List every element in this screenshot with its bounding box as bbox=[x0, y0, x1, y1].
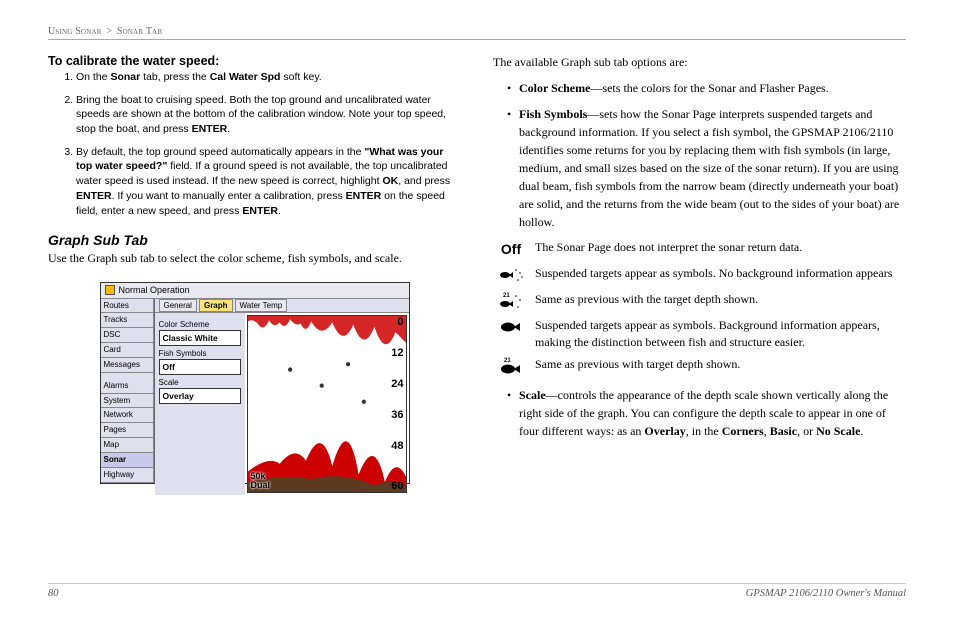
bullet-title-fish: Fish Symbols bbox=[519, 107, 587, 121]
ss-sidebar-item[interactable]: System bbox=[101, 394, 154, 409]
ss-sidebar-item[interactable]: Tracks bbox=[101, 313, 154, 328]
bold-enter-4: ENTER bbox=[242, 205, 278, 217]
svg-text:21: 21 bbox=[503, 293, 510, 299]
manual-title: GPSMAP 2106/2110 Owner's Manual bbox=[746, 588, 906, 599]
calibrate-title: To calibrate the water speed: bbox=[48, 54, 461, 68]
icon-text-3: Suspended targets appear as symbols. Bac… bbox=[535, 317, 906, 349]
ss-sidebar-item[interactable]: Routes bbox=[101, 299, 154, 314]
page-number: 80 bbox=[48, 588, 59, 599]
ss-sidebar-item[interactable]: Pages bbox=[101, 423, 154, 438]
scale-bullet-list: Scale—controls the appearance of the dep… bbox=[493, 386, 906, 440]
icon-item-off: Off The Sonar Page does not interpret th… bbox=[497, 239, 906, 259]
icon-text-2: Same as previous with the target depth s… bbox=[535, 291, 758, 307]
ss-scale-value[interactable]: Overlay bbox=[159, 388, 241, 404]
footer: 80 GPSMAP 2106/2110 Owner's Manual bbox=[48, 583, 906, 599]
right-intro: The available Graph sub tab options are: bbox=[493, 54, 906, 71]
ss-sidebar-item[interactable]: Map bbox=[101, 438, 154, 453]
ss-sonar-display: 50k Dual 0 12 24 36 48 60 bbox=[247, 315, 407, 494]
ss-color-value[interactable]: Classic White bbox=[159, 330, 241, 346]
ss-sidebar-item[interactable]: Alarms bbox=[101, 379, 154, 394]
ss-sidebar-item[interactable]: Messages bbox=[101, 358, 154, 373]
left-column: To calibrate the water speed: On the Son… bbox=[48, 54, 461, 484]
icon-text-0: The Sonar Page does not interpret the so… bbox=[535, 239, 802, 255]
bullet-title-color: Color Scheme bbox=[519, 81, 590, 95]
icon-item-symbols-depth: 21 Same as previous with the target dept… bbox=[497, 291, 906, 311]
ss-fields: Color Scheme Classic White Fish Symbols … bbox=[155, 313, 245, 496]
option-bullets: Color Scheme—sets the colors for the Son… bbox=[493, 79, 906, 231]
ss-tab-general[interactable]: General bbox=[159, 299, 197, 312]
fish-symbols-icon bbox=[497, 265, 525, 285]
off-icon: Off bbox=[497, 239, 525, 259]
step-3: By default, the top ground speed automat… bbox=[76, 145, 461, 218]
ss-sidebar-item[interactable]: Network bbox=[101, 408, 154, 423]
bold-sonar: Sonar bbox=[110, 71, 140, 83]
bullet-color-scheme: Color Scheme—sets the colors for the Son… bbox=[507, 79, 906, 97]
bold-cal-water-spd: Cal Water Spd bbox=[210, 71, 281, 83]
ss-fish-value[interactable]: Off bbox=[159, 359, 241, 375]
svg-text:21: 21 bbox=[504, 358, 511, 364]
device-screenshot: Normal Operation RoutesTracksDSCCardMess… bbox=[48, 282, 461, 484]
ss-sidebar-item[interactable]: DSC bbox=[101, 328, 154, 343]
ss-scale-num: 24 bbox=[391, 378, 403, 390]
icon-item-bg: Suspended targets appear as symbols. Bac… bbox=[497, 317, 906, 349]
sonar-svg bbox=[248, 316, 406, 493]
bold-enter: ENTER bbox=[192, 123, 228, 135]
graph-intro: Use the Graph sub tab to select the colo… bbox=[48, 250, 461, 267]
bullet-title-scale: Scale bbox=[519, 388, 546, 402]
ss-titlebar: Normal Operation bbox=[101, 283, 409, 299]
icon-item-symbols: Suspended targets appear as symbols. No … bbox=[497, 265, 906, 285]
ss-tabs: GeneralGraphWater Temp bbox=[155, 299, 409, 313]
ss-scale-label: Scale bbox=[159, 378, 241, 387]
fish-bg-icon bbox=[497, 317, 525, 337]
step-1: On the Sonar tab, press the Cal Water Sp… bbox=[76, 70, 461, 85]
breadcrumb-sep: > bbox=[106, 26, 112, 37]
breadcrumb-part-2: Sonar Tab bbox=[117, 26, 162, 37]
ss-color-label: Color Scheme bbox=[159, 320, 241, 329]
icon-text-4: Same as previous with target depth shown… bbox=[535, 356, 740, 372]
fish-icon-list: Off The Sonar Page does not interpret th… bbox=[493, 239, 906, 375]
breadcrumb: Using Sonar > Sonar Tab bbox=[48, 26, 906, 40]
bold-enter-2: ENTER bbox=[76, 190, 112, 202]
ss-scale-num: 48 bbox=[391, 440, 403, 452]
ss-sidebar-item[interactable]: Highway bbox=[101, 468, 154, 483]
step-2: Bring the boat to cruising speed. Both t… bbox=[76, 93, 461, 137]
ss-fish-label: Fish Symbols bbox=[159, 349, 241, 358]
graph-sub-tab-title: Graph Sub Tab bbox=[48, 232, 461, 248]
ss-scale-num: 0 bbox=[397, 316, 403, 328]
fish-depth-icon: 21 bbox=[497, 291, 525, 311]
ss-sidebar-item[interactable]: Card bbox=[101, 343, 154, 358]
ss-sidebar: RoutesTracksDSCCardMessages AlarmsSystemN… bbox=[101, 299, 155, 483]
right-column: The available Graph sub tab options are:… bbox=[493, 54, 906, 484]
icon-item-bg-depth: 21 Same as previous with target depth sh… bbox=[497, 356, 906, 376]
ss-scale-num: 12 bbox=[391, 347, 403, 359]
breadcrumb-part-1: Using Sonar bbox=[48, 26, 102, 37]
bold-ok: OK bbox=[382, 175, 398, 187]
ss-scale-num: 36 bbox=[391, 409, 403, 421]
ss-scale-num: 60 bbox=[391, 480, 403, 492]
fish-bg-depth-icon: 21 bbox=[497, 356, 525, 376]
ss-tab-water-temp[interactable]: Water Temp bbox=[235, 299, 288, 312]
bullet-fish-symbols: Fish Symbols—sets how the Sonar Page int… bbox=[507, 105, 906, 231]
icon-text-1: Suspended targets appear as symbols. No … bbox=[535, 265, 892, 281]
calibrate-steps: On the Sonar tab, press the Cal Water Sp… bbox=[48, 70, 461, 218]
status-icon bbox=[105, 285, 115, 295]
bullet-scale: Scale—controls the appearance of the dep… bbox=[507, 386, 906, 440]
ss-sidebar-item[interactable]: Sonar bbox=[101, 453, 154, 468]
bold-enter-3: ENTER bbox=[346, 190, 382, 202]
ss-freq-label: 50k Dual bbox=[251, 472, 271, 490]
ss-tab-graph[interactable]: Graph bbox=[199, 299, 233, 312]
ss-title-text: Normal Operation bbox=[119, 285, 190, 295]
ss-main: GeneralGraphWater Temp Color Scheme Clas… bbox=[155, 299, 409, 483]
